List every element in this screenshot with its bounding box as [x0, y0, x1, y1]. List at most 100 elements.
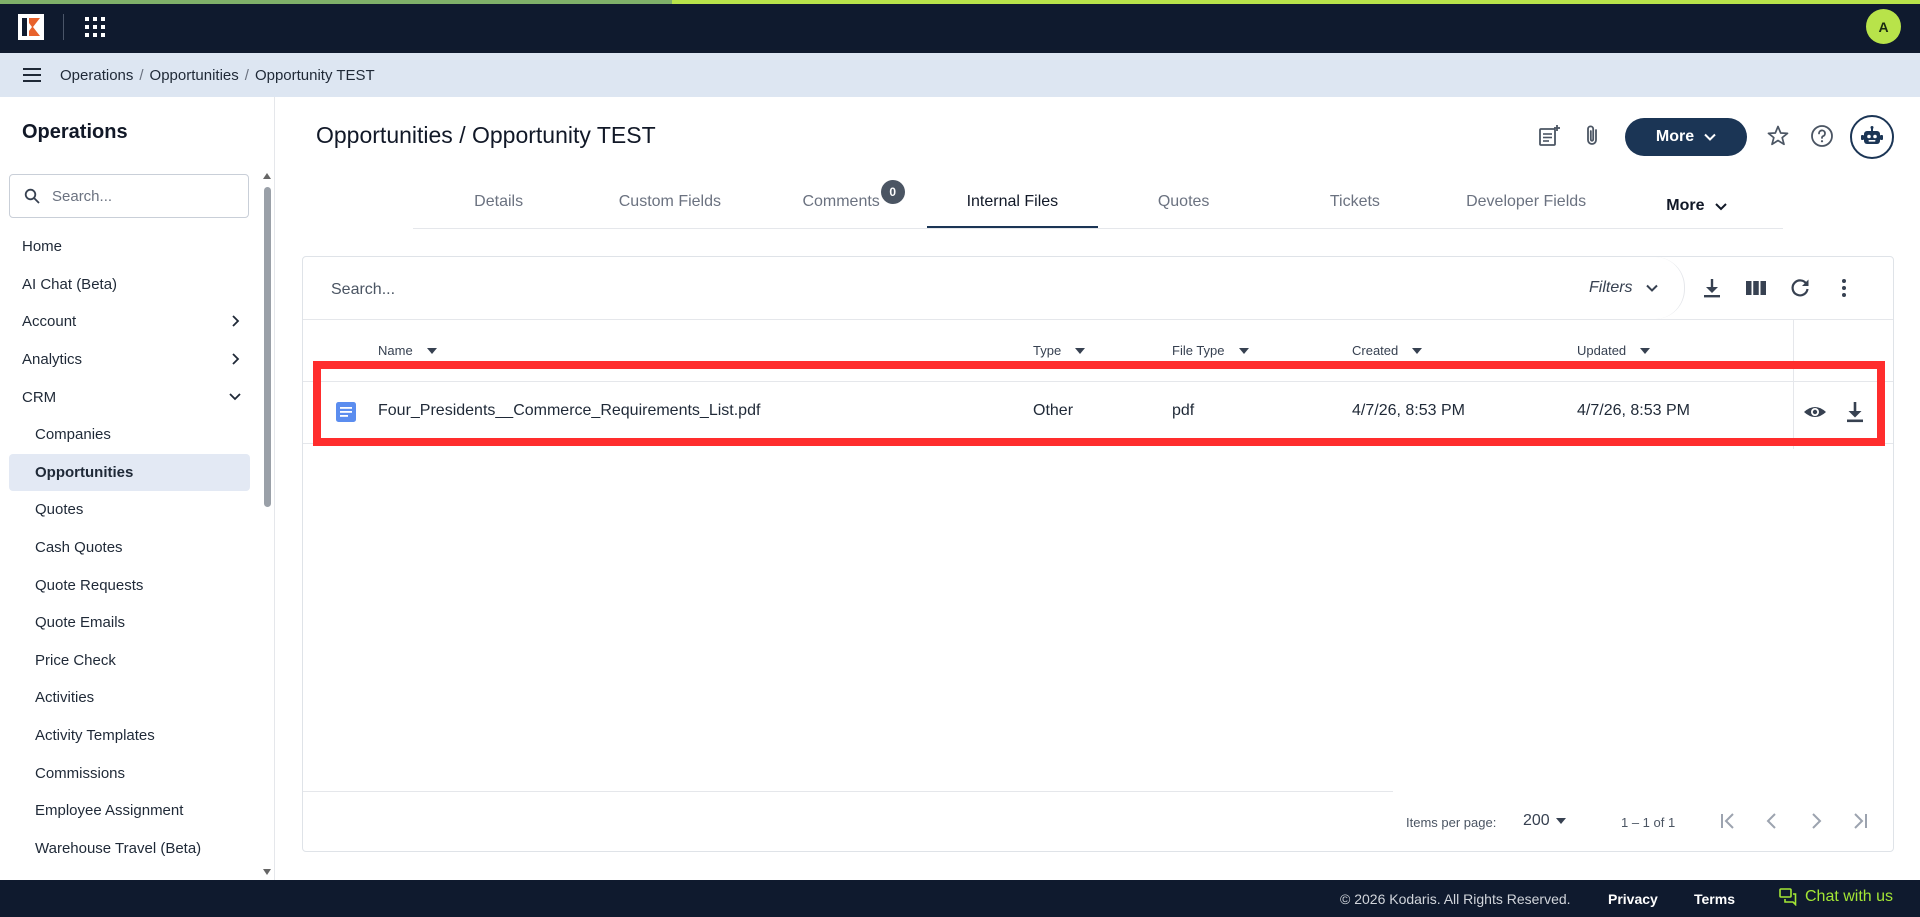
items-per-page-label: Items per page:	[1406, 815, 1497, 830]
sidebar-item-activity-templates[interactable]: Activity Templates	[0, 717, 258, 755]
sidebar-item-label: Companies	[35, 426, 111, 444]
tab-details[interactable]: Details	[413, 183, 584, 228]
column-header-label: File Type	[1172, 343, 1225, 358]
sidebar-title: Operations	[22, 121, 128, 143]
sidebar-item-label: Activities	[35, 689, 95, 707]
column-header-file-type[interactable]: File Type	[1172, 343, 1249, 358]
sidebar-item-quotes[interactable]: Quotes	[0, 491, 258, 529]
header-more-button[interactable]: More	[1625, 118, 1747, 156]
sidebar: Operations Home AI Chat (Beta) Account A…	[0, 97, 275, 880]
tab-tickets[interactable]: Tickets	[1269, 183, 1440, 228]
sidebar-item-label: CRM	[22, 388, 57, 406]
user-avatar[interactable]: A	[1866, 9, 1901, 44]
attachment-icon[interactable]	[1581, 124, 1605, 148]
breadcrumb-opportunities[interactable]: Opportunities	[150, 67, 239, 84]
terms-link[interactable]: Terms	[1694, 891, 1735, 907]
sidebar-item-label: Commissions	[35, 764, 126, 782]
last-page-icon[interactable]	[1848, 809, 1872, 833]
sort-arrow-icon	[1412, 347, 1423, 354]
dropdown-arrow-icon	[1555, 818, 1566, 824]
footer: © 2026 Kodaris. All Rights Reserved. Pri…	[0, 880, 1920, 917]
tab-custom-fields[interactable]: Custom Fields	[584, 183, 755, 228]
items-per-page-select[interactable]: 200	[1523, 812, 1566, 830]
sort-arrow-icon	[1238, 347, 1249, 354]
sidebar-search-input[interactable]	[52, 187, 232, 205]
tab-label: Comments	[802, 193, 880, 210]
breadcrumb-separator: /	[244, 66, 249, 84]
apps-grid-icon[interactable]	[84, 16, 106, 38]
add-note-icon[interactable]	[1537, 124, 1561, 148]
sidebar-item-ai-chat[interactable]: AI Chat (Beta)	[0, 266, 258, 304]
files-search-input[interactable]	[331, 281, 1231, 299]
sidebar-item-quote-emails[interactable]: Quote Emails	[0, 604, 258, 642]
filters-button[interactable]: Filters	[1575, 257, 1685, 319]
view-eye-icon[interactable]	[1803, 400, 1827, 424]
tab-more[interactable]: More	[1612, 183, 1783, 228]
sidebar-item-companies[interactable]: Companies	[0, 416, 258, 454]
column-header-created[interactable]: Created	[1352, 343, 1423, 358]
sidebar-item-label: Price Check	[35, 651, 116, 669]
sidebar-item-home[interactable]: Home	[0, 228, 258, 266]
file-name-cell[interactable]: Four_Presidents__Commerce_Requirements_L…	[378, 402, 760, 420]
chat-with-us-button[interactable]: Chat with us	[1779, 888, 1893, 906]
sidebar-item-price-check[interactable]: Price Check	[0, 642, 258, 680]
sort-arrow-icon	[426, 347, 437, 354]
chevron-down-icon	[229, 393, 241, 401]
previous-page-icon[interactable]	[1760, 809, 1784, 833]
sidebar-item-cash-quotes[interactable]: Cash Quotes	[0, 529, 258, 567]
sidebar-item-warehouse-travel[interactable]: Warehouse Travel (Beta)	[0, 830, 258, 868]
sidebar-item-commissions[interactable]: Commissions	[0, 754, 258, 792]
table-row[interactable]: Four_Presidents__Commerce_Requirements_L…	[303, 381, 1893, 443]
paginator: Items per page: 200 1 – 1 of 1	[303, 791, 1893, 851]
chevron-down-icon	[1715, 202, 1728, 210]
tab-quotes[interactable]: Quotes	[1098, 183, 1269, 228]
chat-label: Chat with us	[1805, 888, 1894, 905]
tab-label: Developer Fields	[1466, 193, 1587, 210]
tab-developer-fields[interactable]: Developer Fields	[1441, 183, 1612, 228]
column-header-label: Created	[1352, 343, 1399, 358]
sidebar-item-label: Analytics	[22, 351, 83, 369]
breadcrumb-bar: Operations / Opportunities / Opportunity…	[0, 53, 1920, 97]
sidebar-item-employee-assignment[interactable]: Employee Assignment	[0, 792, 258, 830]
next-page-icon[interactable]	[1804, 809, 1828, 833]
sidebar-item-account[interactable]: Account	[0, 303, 258, 341]
sidebar-item-quote-requests[interactable]: Quote Requests	[0, 566, 258, 604]
sidebar-item-label: Quotes	[35, 501, 84, 519]
star-icon[interactable]	[1766, 124, 1790, 148]
sidebar-item-label: Home	[22, 238, 63, 256]
privacy-link[interactable]: Privacy	[1608, 891, 1658, 907]
download-icon[interactable]	[1701, 277, 1723, 299]
search-icon	[24, 188, 40, 204]
kodaris-logo[interactable]	[18, 14, 44, 40]
column-header-updated[interactable]: Updated	[1577, 343, 1651, 358]
refresh-icon[interactable]	[1789, 277, 1811, 299]
sidebar-item-crm[interactable]: CRM	[0, 378, 258, 416]
breadcrumb-operations[interactable]: Operations	[60, 67, 133, 84]
download-icon[interactable]	[1843, 400, 1867, 424]
chat-bubble-icon	[1779, 888, 1797, 906]
copyright-text: © 2026 Kodaris. All Rights Reserved.	[1340, 891, 1571, 907]
column-header-type[interactable]: Type	[1033, 343, 1086, 358]
filters-label: Filters	[1589, 279, 1633, 296]
more-vert-icon[interactable]	[1833, 277, 1855, 299]
loading-progress-bar	[0, 0, 1920, 4]
updated-cell: 4/7/26, 8:53 PM	[1577, 402, 1690, 419]
ai-assistant-button[interactable]	[1850, 115, 1894, 159]
sidebar-item-opportunities[interactable]: Opportunities	[9, 453, 250, 492]
sidebar-item-analytics[interactable]: Analytics	[0, 341, 258, 379]
top-bar: A	[0, 0, 1920, 53]
breadcrumb-current: Opportunity TEST	[254, 66, 375, 84]
hamburger-menu-icon[interactable]	[23, 68, 41, 82]
tab-internal-files[interactable]: Internal Files	[926, 183, 1098, 228]
sidebar-item-label: Account	[22, 313, 77, 331]
sidebar-scrollbar[interactable]	[262, 169, 272, 877]
tab-label: Quotes	[1157, 193, 1210, 210]
first-page-icon[interactable]	[1716, 809, 1740, 833]
help-icon[interactable]	[1810, 124, 1834, 148]
columns-icon[interactable]	[1745, 277, 1767, 299]
sidebar-item-activities[interactable]: Activities	[0, 679, 258, 717]
column-header-name[interactable]: Name	[378, 343, 437, 358]
created-cell: 4/7/26, 8:53 PM	[1352, 402, 1465, 419]
tab-comments[interactable]: Comments 0	[756, 180, 927, 228]
comments-count-badge: 0	[880, 180, 905, 204]
